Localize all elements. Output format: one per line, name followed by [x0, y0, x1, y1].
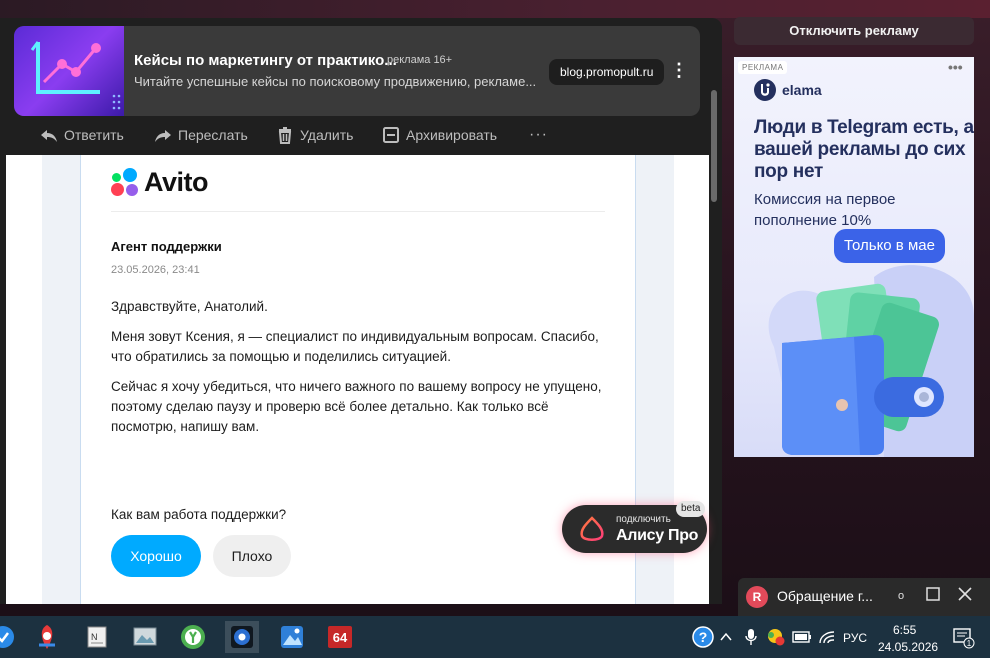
side-ad-menu-icon[interactable]: •••	[948, 59, 963, 75]
feedback-good-button[interactable]: Хорошо	[111, 535, 201, 577]
maximize-icon[interactable]	[923, 586, 943, 606]
microphone-icon[interactable]	[740, 621, 762, 653]
aida64-app-icon[interactable]: 64	[323, 621, 357, 653]
action-center-icon[interactable]: 1	[946, 621, 980, 653]
avito-wordmark: Avito	[144, 167, 209, 197]
forward-button[interactable]: Переслать	[154, 124, 248, 146]
more-actions-button[interactable]: ···	[529, 124, 548, 146]
photos-app-icon[interactable]	[275, 621, 309, 653]
feedback-question: Как вам работа поддержки?	[111, 507, 287, 522]
svg-text:N: N	[91, 632, 98, 642]
trash-icon	[278, 127, 292, 144]
battery-icon[interactable]	[790, 621, 814, 653]
reply-icon	[41, 130, 57, 142]
feedback-bad-button[interactable]: Плохо	[213, 535, 291, 577]
side-ad-banner[interactable]: РЕКЛАМА ••• elama Люди в Telegram есть, …	[734, 57, 974, 457]
svg-text:?: ?	[699, 629, 708, 645]
clock-date[interactable]: 24.05.2026	[878, 640, 938, 654]
notification-count: 1	[967, 639, 972, 648]
elama-mark-icon	[754, 79, 776, 101]
vpn-app-icon[interactable]	[30, 621, 64, 653]
taskbar: N 64 ? РУС 6:55 24.05.2026 1	[0, 616, 990, 658]
forward-icon	[155, 130, 171, 142]
start-app-icon[interactable]	[0, 621, 20, 653]
help-icon[interactable]: ?	[686, 621, 720, 653]
ad-description[interactable]: Читайте успешные кейсы по поисковому про…	[134, 74, 536, 89]
elama-logo: elama	[754, 79, 822, 101]
close-icon[interactable]	[955, 586, 975, 606]
clock-time[interactable]: 6:55	[893, 623, 916, 637]
side-ad-subtext: Комиссия на первое пополнение 10%	[754, 191, 896, 229]
mail-toolbar: Ответить Переслать Удалить Архивировать …	[0, 116, 722, 154]
paragraph-intro: Меня зовут Ксения, я — специалист по инд…	[111, 329, 599, 364]
chat-notification[interactable]: R Обращение г... o	[738, 578, 990, 616]
avito-dots-icon	[111, 167, 141, 198]
yandex-browser-app-icon[interactable]	[176, 621, 210, 653]
ad-banner[interactable]: Кейсы по маркетингу от практико... рекла…	[14, 26, 700, 116]
reply-label: Ответить	[64, 127, 124, 143]
disable-ads-button[interactable]: Отключить рекламу	[734, 17, 974, 45]
forward-label: Переслать	[178, 127, 248, 143]
message-datetime: 23.05.2026, 23:41	[111, 264, 200, 276]
alice-logo-icon	[580, 516, 604, 541]
reply-button[interactable]: Ответить	[40, 124, 124, 146]
archive-button[interactable]: Архивировать	[382, 124, 497, 146]
letter-body: Avito Агент поддержки 23.05.2026, 23:41 …	[80, 155, 636, 604]
ad-thumbnail	[14, 26, 124, 116]
notepad-app-icon[interactable]: N	[80, 621, 114, 653]
minimize-dot-icon[interactable]: o	[891, 586, 911, 606]
paragraph-details: Сейчас я хочу убедиться, что ничего важн…	[111, 379, 602, 434]
side-ad-headline: Люди в Telegram есть, а вашей рекламы до…	[754, 117, 974, 182]
sender-name: Агент поддержки	[111, 239, 222, 254]
delete-button[interactable]: Удалить	[276, 124, 353, 146]
ad-label: реклама 16+	[387, 54, 453, 66]
alice-connect-label: подключить	[616, 514, 671, 525]
avito-logo: Avito	[111, 167, 209, 198]
greeting-text: Здравствуйте, Анатолий.	[111, 299, 268, 314]
delete-label: Удалить	[300, 127, 354, 143]
wallet-illustration-icon	[768, 265, 974, 457]
ad-title[interactable]: Кейсы по маркетингу от практико...	[134, 52, 397, 69]
desktop-top-strip	[0, 0, 990, 18]
side-ad-tag: РЕКЛАМА	[738, 61, 788, 74]
vertical-scrollbar[interactable]	[711, 90, 717, 202]
ad-menu-icon[interactable]: ⋮	[670, 58, 688, 82]
notification-title[interactable]: Обращение г...	[777, 588, 873, 604]
archive-icon	[383, 127, 399, 143]
alice-pro-button[interactable]: подключить Алису Про beta	[562, 501, 707, 553]
aida64-badge-text: 64	[333, 630, 348, 645]
beta-badge: beta	[676, 501, 706, 517]
elama-wordmark: elama	[782, 82, 822, 98]
archive-label: Архивировать	[406, 127, 498, 143]
alice-title: Алису Про	[616, 527, 699, 544]
image-viewer-app-icon[interactable]	[128, 621, 162, 653]
chart-illustration-icon	[30, 41, 121, 110]
header-divider	[111, 211, 605, 212]
language-indicator[interactable]: РУС	[843, 631, 867, 645]
ad-domain-button[interactable]: blog.promopult.ru	[549, 59, 665, 85]
tray-app-icon[interactable]	[764, 621, 788, 653]
wifi-icon[interactable]	[815, 621, 839, 653]
notification-avatar: R	[746, 586, 768, 608]
media-app-icon[interactable]	[225, 621, 259, 653]
tray-expand-icon[interactable]	[716, 621, 736, 653]
